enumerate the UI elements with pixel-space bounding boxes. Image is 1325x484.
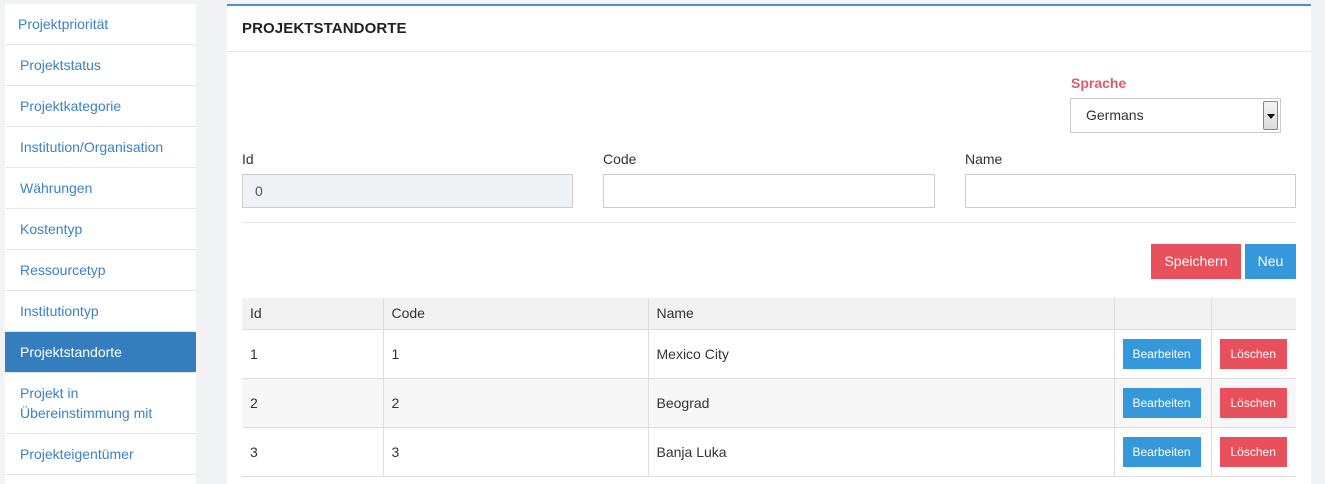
chevron-down-icon[interactable]: [1263, 101, 1278, 130]
language-selected-value: Germans: [1086, 107, 1144, 123]
locations-table: Id Code Name 1 1 Mexico City Bearbeiten …: [242, 298, 1296, 477]
column-header-code: Code: [383, 298, 649, 330]
cell-name: Mexico City: [648, 329, 1115, 379]
sidebar-item-institution-organisation[interactable]: Institution/Organisation: [5, 127, 196, 168]
sidebar-item-kostentyp[interactable]: Kostentyp: [5, 209, 196, 250]
sidebar-item-waehrungen[interactable]: Währungen: [5, 168, 196, 209]
cell-edit: Bearbeiten: [1114, 329, 1212, 379]
delete-button[interactable]: Löschen: [1219, 387, 1287, 418]
code-label: Code: [603, 151, 637, 167]
language-select[interactable]: Germans: [1070, 98, 1281, 133]
edit-button[interactable]: Bearbeiten: [1122, 387, 1201, 418]
cell-code: 2: [383, 378, 649, 428]
table-row: 3 3 Banja Luka Bearbeiten Löschen: [242, 427, 1296, 477]
code-field[interactable]: [603, 174, 935, 208]
sidebar-item-projektstatus[interactable]: Projektstatus: [5, 45, 196, 86]
cell-edit: Bearbeiten: [1114, 427, 1212, 477]
save-button[interactable]: Speichern: [1151, 244, 1241, 279]
column-header-name: Name: [648, 298, 1115, 330]
sidebar-item-projekteigentuemer[interactable]: Projekteigentümer: [5, 434, 196, 475]
column-header-id: Id: [242, 298, 384, 330]
divider: [242, 222, 1296, 223]
new-button[interactable]: Neu: [1245, 244, 1296, 279]
cell-delete: Löschen: [1211, 378, 1296, 428]
id-field: 0: [242, 174, 573, 208]
id-label: Id: [242, 151, 254, 167]
cell-id: 2: [242, 378, 384, 428]
table-row: 1 1 Mexico City Bearbeiten Löschen: [242, 329, 1296, 379]
sidebar: Projektpriorität Projektstatus Projektka…: [5, 4, 196, 484]
edit-button[interactable]: Bearbeiten: [1122, 338, 1201, 369]
delete-button[interactable]: Löschen: [1219, 436, 1287, 467]
sidebar-item-projektkategorie[interactable]: Projektkategorie: [5, 86, 196, 127]
column-header-delete: [1211, 298, 1296, 330]
sidebar-item-projektstandorte[interactable]: Projektstandorte: [5, 332, 196, 373]
cell-delete: Löschen: [1211, 329, 1296, 379]
name-label: Name: [965, 151, 1003, 167]
cell-delete: Löschen: [1211, 427, 1296, 477]
page-title: PROJEKTSTANDORTE: [227, 6, 1311, 52]
name-field[interactable]: [965, 174, 1296, 208]
cell-code: 3: [383, 427, 649, 477]
cell-name: Banja Luka: [648, 427, 1115, 477]
cell-id: 1: [242, 329, 384, 379]
sidebar-item-ressourcetyp[interactable]: Ressourcetyp: [5, 250, 196, 291]
column-header-edit: [1114, 298, 1212, 330]
sidebar-item-projektprioritaet[interactable]: Projektpriorität: [5, 4, 196, 45]
sidebar-item-institutiontyp[interactable]: Institutiontyp: [5, 291, 196, 332]
language-label: Sprache: [1071, 75, 1127, 91]
main-panel: PROJEKTSTANDORTE Sprache Germans Id 0 Co…: [227, 4, 1311, 484]
edit-button[interactable]: Bearbeiten: [1122, 436, 1201, 467]
cell-code: 1: [383, 329, 649, 379]
cell-name: Beograd: [648, 378, 1115, 428]
delete-button[interactable]: Löschen: [1219, 338, 1287, 369]
sidebar-item-projekt-in-uebereinstimmung[interactable]: Projekt in Übereinstimmung mit: [5, 373, 196, 434]
table-header-row: Id Code Name: [242, 298, 1296, 330]
table-row: 2 2 Beograd Bearbeiten Löschen: [242, 378, 1296, 428]
cell-id: 3: [242, 427, 384, 477]
cell-edit: Bearbeiten: [1114, 378, 1212, 428]
